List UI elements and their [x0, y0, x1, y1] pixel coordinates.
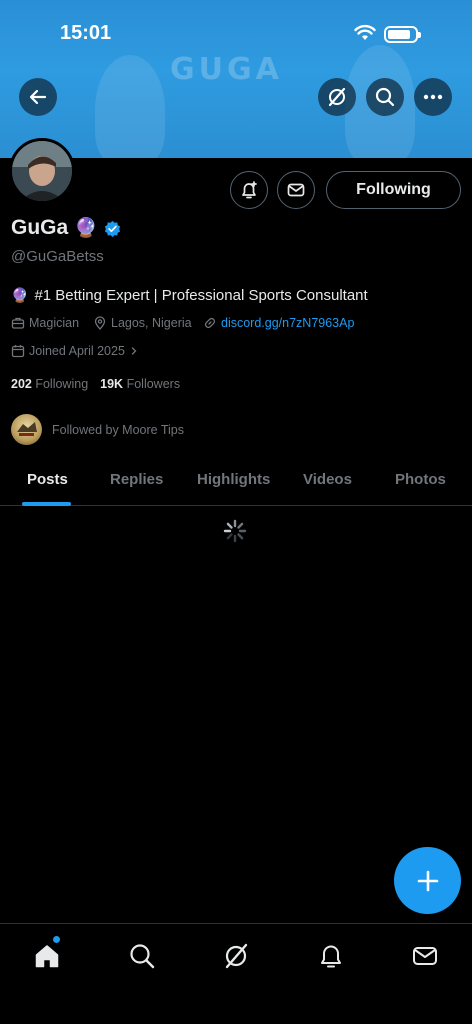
- messages-icon: [413, 947, 437, 965]
- nav-messages[interactable]: [409, 940, 441, 972]
- home-icon: [35, 945, 59, 968]
- followers-count: 19K: [100, 377, 124, 391]
- profile-banner[interactable]: GUGA 15:01: [0, 0, 472, 158]
- followers-stat[interactable]: 19K Followers: [100, 377, 180, 391]
- profile-tabs: Posts Replies Highlights Videos Photos: [0, 458, 472, 506]
- followed-by[interactable]: Followed by Moore Tips: [11, 414, 184, 445]
- grok-button[interactable]: [318, 78, 356, 116]
- grok-icon: [225, 943, 248, 969]
- banner-text: GUGA: [170, 52, 283, 87]
- chevron-right-icon: [131, 347, 137, 355]
- nav-notifications[interactable]: [315, 940, 347, 972]
- followed-by-text: Followed by Moore Tips: [52, 422, 185, 437]
- calendar-icon: [11, 345, 25, 358]
- search-button[interactable]: [366, 78, 404, 116]
- active-tab-indicator: [22, 502, 71, 506]
- followers-stat-label: Followers: [126, 377, 181, 391]
- more-icon: [423, 94, 443, 100]
- following-stat-label: Following: [35, 377, 89, 391]
- tab-replies[interactable]: Replies: [110, 471, 163, 488]
- back-button[interactable]: [19, 78, 57, 116]
- status-time: 15:01: [60, 22, 112, 44]
- nav-search[interactable]: [126, 940, 158, 972]
- compose-button[interactable]: [394, 847, 461, 914]
- wifi-icon: [354, 24, 376, 40]
- crystal-ball-emoji: 🔮: [74, 218, 98, 239]
- tab-posts[interactable]: Posts: [27, 471, 68, 488]
- banner-figure: [95, 55, 165, 158]
- profile-joined[interactable]: Joined April 2025: [11, 344, 139, 358]
- bottom-nav: [0, 923, 472, 1024]
- profile-category: Magician: [11, 316, 79, 330]
- nav-grok[interactable]: [220, 940, 252, 972]
- profile-location: Lagos, Nigeria: [93, 316, 192, 330]
- following-count: 202: [11, 377, 32, 391]
- home-unread-dot: [53, 936, 60, 943]
- link-icon: [204, 317, 216, 329]
- tab-videos[interactable]: Videos: [303, 471, 352, 488]
- category-label: Magician: [29, 316, 80, 330]
- follower-avatar: [11, 414, 42, 445]
- location-label: Lagos, Nigeria: [111, 316, 192, 330]
- bio-text: #1 Betting Expert | Professional Sports …: [34, 287, 368, 304]
- follower-avatar-image: [17, 422, 37, 436]
- loading-spinner-icon: [223, 519, 247, 543]
- notifications-icon: [321, 945, 341, 968]
- joined-label: Joined April 2025: [29, 344, 125, 358]
- nav-home[interactable]: [31, 940, 63, 972]
- briefcase-icon: [11, 317, 25, 329]
- profile-handle: @GuGaBetss: [11, 248, 104, 265]
- bell-plus-icon: [242, 181, 257, 199]
- profile-stats: 202 Following 19K Followers: [11, 377, 180, 391]
- notify-button[interactable]: [230, 171, 268, 209]
- profile-avatar[interactable]: [9, 138, 75, 204]
- more-button[interactable]: [414, 78, 452, 116]
- tab-photos[interactable]: Photos: [395, 471, 446, 488]
- grok-icon: [328, 87, 346, 107]
- battery-icon: [384, 26, 421, 43]
- profile-website[interactable]: discord.gg/n7zN7963Ap: [203, 316, 354, 330]
- profile-name-row: GuGa 🔮: [11, 216, 121, 240]
- location-pin-icon: [94, 316, 106, 330]
- plus-icon: [417, 870, 438, 891]
- website-link[interactable]: discord.gg/n7zN7963Ap: [221, 316, 354, 330]
- profile-name: GuGa: [11, 216, 69, 239]
- avatar-image: [12, 141, 72, 201]
- verified-badge-icon[interactable]: [104, 220, 121, 237]
- tab-highlights[interactable]: Highlights: [197, 471, 270, 488]
- search-icon: [130, 944, 155, 969]
- following-stat[interactable]: 202 Following: [11, 377, 88, 391]
- search-icon: [375, 87, 395, 107]
- bio-emoji: 🔮: [11, 287, 29, 303]
- following-button[interactable]: Following: [326, 171, 461, 209]
- profile-bio: 🔮 #1 Betting Expert | Professional Sport…: [11, 287, 368, 304]
- arrow-left-icon: [29, 89, 47, 105]
- message-button[interactable]: [277, 171, 315, 209]
- envelope-icon: [287, 183, 305, 197]
